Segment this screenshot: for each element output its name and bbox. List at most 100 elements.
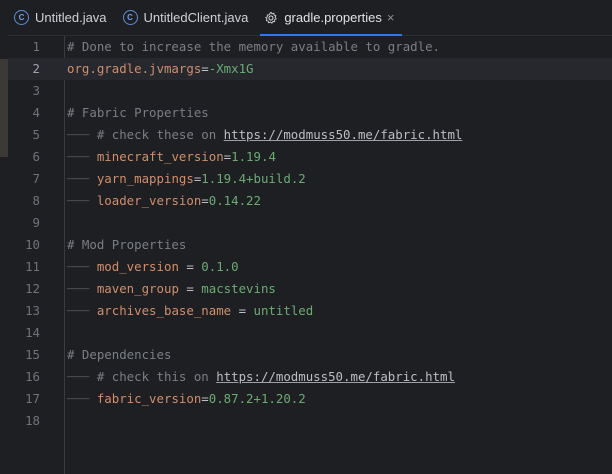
equals-sign: = xyxy=(201,391,209,406)
indent-guide: ─── xyxy=(67,259,97,274)
line-number: 15 xyxy=(25,347,40,362)
code-line: 6 ─── minecraft_version=1.19.4 xyxy=(8,146,612,168)
java-class-icon: C xyxy=(122,10,138,25)
code-line: 14 xyxy=(8,322,612,344)
line-number: 4 xyxy=(32,105,40,120)
gear-icon xyxy=(264,11,278,25)
property-key: mod_version xyxy=(96,259,179,274)
tab-gradle-properties[interactable]: gradle.properties × xyxy=(258,0,404,36)
line-content: ─── archives_base_name = untitled xyxy=(67,300,313,322)
line-number: 9 xyxy=(32,215,40,230)
comment-text: # Dependencies xyxy=(67,347,172,362)
line-number: 17 xyxy=(25,391,40,406)
property-key: org.gradle.jvmargs xyxy=(67,61,202,76)
indent-guide: ─── xyxy=(67,369,97,384)
property-value: 1.19.4+build.2 xyxy=(201,171,306,186)
equals-sign: = xyxy=(178,281,202,296)
line-number: 10 xyxy=(25,237,40,252)
line-content: ─── # check these on https://modmuss50.m… xyxy=(67,124,462,146)
property-value: 0.87.2+1.20.2 xyxy=(208,391,306,406)
code-line: 4 # Fabric Properties xyxy=(8,102,612,124)
property-value: macstevins xyxy=(201,281,276,296)
line-content: ─── loader_version=0.14.22 xyxy=(67,190,261,212)
property-value: -Xmx1G xyxy=(208,61,254,76)
url-link[interactable]: https://modmuss50.me/fabric.html xyxy=(216,369,455,384)
change-marker xyxy=(0,59,8,157)
comment-text: # Fabric Properties xyxy=(67,105,209,120)
line-number: 6 xyxy=(32,149,40,164)
close-icon[interactable]: × xyxy=(387,10,395,25)
code-line: 16 ─── # check this on https://modmuss50.… xyxy=(8,366,612,388)
equals-sign: = xyxy=(201,61,209,76)
tab-label: Untitled.java xyxy=(35,10,107,25)
indent-guide: ─── xyxy=(67,171,97,186)
code-line: 11 ─── mod_version = 0.1.0 xyxy=(8,256,612,278)
property-key: archives_base_name xyxy=(96,303,232,318)
code-line: 17 ─── fabric_version=0.87.2+1.20.2 xyxy=(8,388,612,410)
indent-guide: ─── xyxy=(67,149,97,164)
line-content: # Mod Properties xyxy=(67,234,186,256)
equals-sign: = xyxy=(231,303,254,318)
comment-text: # Done to increase the memory available … xyxy=(67,39,440,54)
property-value: 1.19.4 xyxy=(231,149,276,164)
tab-untitled-java[interactable]: C Untitled.java xyxy=(8,0,117,35)
comment-text: # check this on xyxy=(96,369,217,384)
code-line: 12 ─── maven_group = macstevins xyxy=(8,278,612,300)
line-number: 11 xyxy=(25,259,40,274)
property-key: minecraft_version xyxy=(96,149,224,164)
indent-guide: ─── xyxy=(67,281,97,296)
line-content: ─── maven_group = macstevins xyxy=(67,278,276,300)
line-content: ─── mod_version = 0.1.0 xyxy=(67,256,239,278)
line-number: 18 xyxy=(25,413,40,428)
line-content: ─── fabric_version=0.87.2+1.20.2 xyxy=(67,388,306,410)
tab-untitledclient-java[interactable]: C UntitledClient.java xyxy=(117,0,259,35)
code-line: 3 xyxy=(8,80,612,102)
property-value: untitled xyxy=(253,303,314,318)
indent-guide: ─── xyxy=(67,391,97,406)
line-number: 8 xyxy=(32,193,40,208)
line-content: # Done to increase the memory available … xyxy=(67,36,440,58)
line-content: # Fabric Properties xyxy=(67,102,209,124)
code-line: 2 org.gradle.jvmargs=-Xmx1G xyxy=(8,58,612,80)
equals-sign: = xyxy=(201,193,209,208)
line-number: 3 xyxy=(32,83,40,98)
line-content: # Dependencies xyxy=(67,344,171,366)
line-number: 14 xyxy=(25,325,40,340)
property-key: loader_version xyxy=(96,193,202,208)
line-content: ─── # check this on https://modmuss50.me… xyxy=(67,366,455,388)
line-content: ─── yarn_mappings=1.19.4+build.2 xyxy=(67,168,306,190)
editor-tab-bar: C Untitled.java C UntitledClient.java gr… xyxy=(8,0,612,36)
code-line: 1 # Done to increase the memory available… xyxy=(8,36,612,58)
url-link[interactable]: https://modmuss50.me/fabric.html xyxy=(224,127,463,142)
line-number: 13 xyxy=(25,303,40,318)
code-line: 7 ─── yarn_mappings=1.19.4+build.2 xyxy=(8,168,612,190)
code-line: 10 # Mod Properties xyxy=(8,234,612,256)
comment-text: # Mod Properties xyxy=(67,237,187,252)
tab-label: gradle.properties xyxy=(284,10,382,25)
line-number: 2 xyxy=(32,61,40,76)
tab-label: UntitledClient.java xyxy=(143,10,249,25)
code-line: 9 xyxy=(8,212,612,234)
property-value: 0.14.22 xyxy=(208,193,261,208)
indent-guide: ─── xyxy=(67,303,97,318)
code-line: 13 ─── archives_base_name = untitled xyxy=(8,300,612,322)
line-number: 12 xyxy=(25,281,40,296)
line-content: org.gradle.jvmargs=-Xmx1G xyxy=(67,58,254,80)
code-editor[interactable]: 1 # Done to increase the memory available… xyxy=(8,36,612,474)
left-tool-strip xyxy=(0,35,8,474)
property-value: 0.1.0 xyxy=(201,259,239,274)
property-key: fabric_version xyxy=(96,391,202,406)
indent-guide: ─── xyxy=(67,193,97,208)
indent-guide: ─── xyxy=(67,127,97,142)
line-number: 7 xyxy=(32,171,40,186)
java-class-icon: C xyxy=(14,10,29,25)
line-number: 5 xyxy=(32,127,40,142)
code-line: 18 xyxy=(8,410,612,432)
code-line: 5 ─── # check these on https://modmuss50.… xyxy=(8,124,612,146)
line-number: 1 xyxy=(32,39,40,54)
property-key: yarn_mappings xyxy=(96,171,194,186)
property-key: maven_group xyxy=(96,281,179,296)
line-number: 16 xyxy=(25,369,40,384)
code-line: 8 ─── loader_version=0.14.22 xyxy=(8,190,612,212)
equals-sign: = xyxy=(178,259,202,274)
